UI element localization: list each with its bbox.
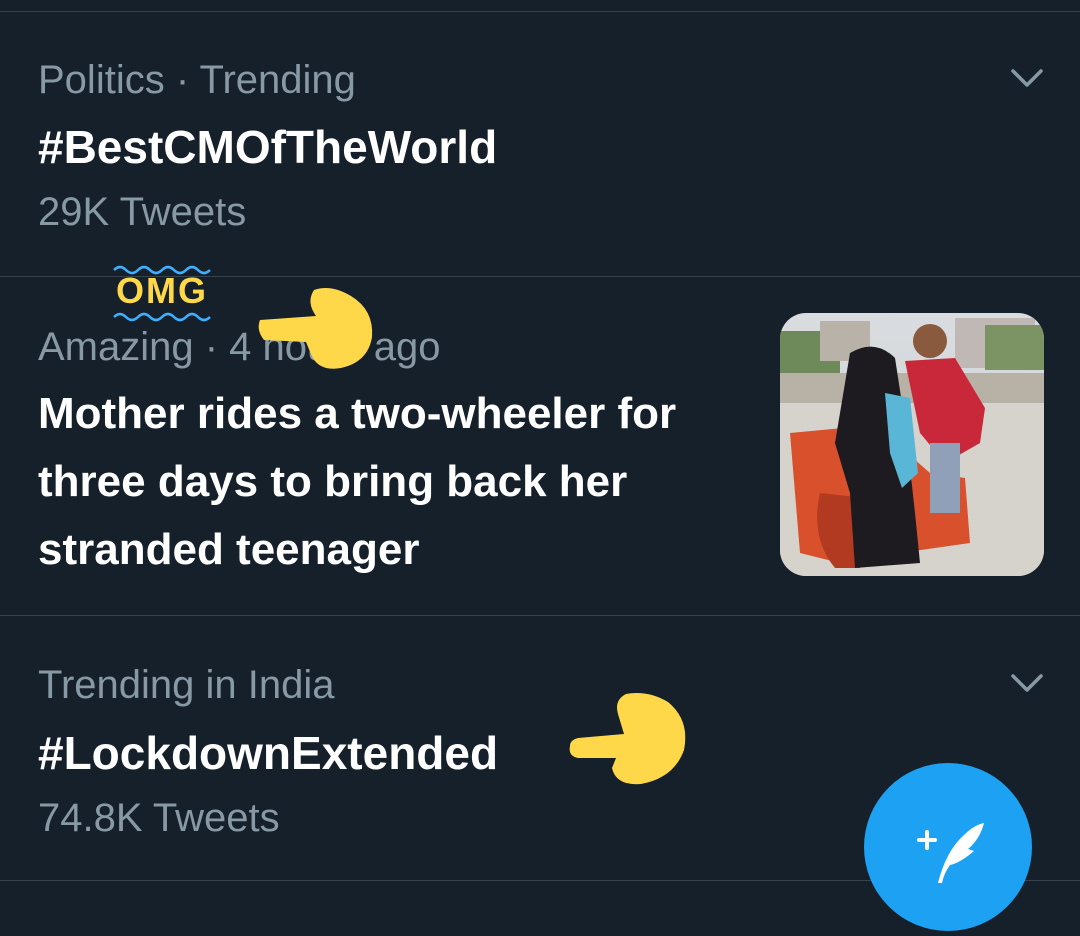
compose-tweet-icon (917, 823, 984, 883)
chevron-down-icon[interactable] (1010, 67, 1044, 89)
divider (0, 615, 1080, 616)
omg-label: OMG (116, 270, 208, 311)
trend-title[interactable]: #BestCMOfTheWorld (38, 120, 497, 174)
pointing-hand-icon (258, 288, 373, 369)
news-meta: Amazing · 4 hours ago (38, 325, 441, 369)
pointing-hand-icon (569, 693, 686, 785)
trend-count: 29K Tweets (38, 190, 247, 234)
trend-meta: Trending in India (38, 663, 335, 707)
trend-count: 74.8K Tweets (38, 796, 280, 840)
trend-title[interactable]: #LockdownExtended (38, 726, 498, 780)
divider (0, 11, 1080, 12)
compose-tweet-button[interactable] (864, 763, 1032, 931)
news-headline[interactable]: Mother rides a two-wheeler for three day… (38, 380, 738, 584)
trend-meta: Politics · Trending (38, 58, 356, 102)
news-thumbnail[interactable] (780, 313, 1044, 576)
chevron-down-icon[interactable] (1010, 672, 1044, 694)
